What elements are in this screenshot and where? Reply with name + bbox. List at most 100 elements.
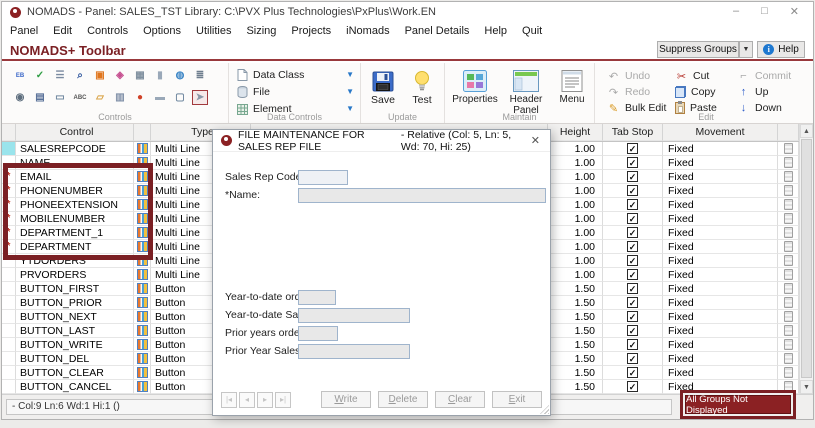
row-properties-icon[interactable] [784,199,793,210]
redo-button[interactable]: ↷Redo [607,86,675,99]
write-button[interactable]: Write [321,391,371,408]
row-properties-icon[interactable] [784,185,793,196]
cut-button[interactable]: ✂Cut [675,70,737,83]
maximize-button[interactable]: □ [761,5,768,18]
menu-quit[interactable]: Quit [522,25,542,37]
ytd-orders-field[interactable] [298,290,336,305]
folder-icon[interactable]: ▱ [92,90,108,105]
movement-cell[interactable]: Fixed [663,254,778,268]
menu-projects[interactable]: Projects [291,25,331,37]
movement-cell[interactable]: Fixed [663,226,778,240]
pie-chart-icon[interactable]: ● [132,90,148,105]
help-button[interactable]: i Help [757,41,805,58]
tab-stop-cell[interactable]: ✓ [603,184,663,198]
row-properties-icon[interactable] [784,311,793,322]
movement-cell[interactable]: Fixed [663,324,778,338]
tab-stop-cell[interactable]: ✓ [603,198,663,212]
row-properties-icon[interactable] [784,297,793,308]
file-dropdown-icon[interactable]: ▼ [346,87,354,96]
menu-panel-details[interactable]: Panel Details [405,25,470,37]
control-name-cell[interactable]: SALESREPCODE [16,142,134,156]
height-cell[interactable]: 1.50 [548,380,603,394]
tab-stop-checkbox[interactable]: ✓ [627,339,638,350]
suppress-groups-button[interactable]: Suppress Groups [657,41,739,58]
dialog-titlebar[interactable]: FILE MAINTENANCE FOR SALES REP FILE - Re… [213,130,550,152]
height-cell[interactable]: 1.00 [548,212,603,226]
prior-year-sales-field[interactable] [298,344,410,359]
control-name-cell[interactable]: PRVORDERS [16,268,134,282]
binoculars-query-icon[interactable]: ⌕ [72,68,88,83]
tab-stop-checkbox[interactable]: ✓ [627,353,638,364]
row-properties-icon[interactable] [784,339,793,350]
movement-cell[interactable]: Fixed [663,352,778,366]
control-name-cell[interactable]: NAME [16,156,134,170]
tab-stop-cell[interactable]: ✓ [603,296,663,310]
tab-stop-checkbox[interactable]: ✓ [627,283,638,294]
height-cell[interactable]: 1.00 [548,142,603,156]
menu-button[interactable]: Menu [553,68,591,105]
menu-utilities[interactable]: Utilities [196,25,231,37]
row-selector[interactable] [2,324,16,338]
movement-cell[interactable]: Fixed [663,366,778,380]
file-item[interactable]: File ▼ [237,84,354,99]
nav-last-button[interactable]: ▸| [275,392,291,408]
shapes-icon[interactable]: ◈ [112,68,128,83]
tab-stop-checkbox[interactable]: ✓ [627,143,638,154]
minimize-button[interactable]: – [733,5,739,18]
movement-cell[interactable]: Fixed [663,184,778,198]
tab-stop-cell[interactable]: ✓ [603,254,663,268]
control-name-cell[interactable]: BUTTON_WRITE [16,338,134,352]
memo-icon[interactable]: ≣ [192,68,208,83]
height-cell[interactable]: 1.00 [548,240,603,254]
control-name-cell[interactable]: DEPARTMENT_1 [16,226,134,240]
tab-stop-checkbox[interactable]: ✓ [627,381,638,392]
tab-stop-cell[interactable]: ✓ [603,170,663,184]
movement-cell[interactable]: Fixed [663,156,778,170]
row-properties-icon[interactable] [784,353,793,364]
scrollbar-thumb[interactable] [801,139,812,378]
tab-stop-column-header[interactable]: Tab Stop [603,124,663,141]
row-selector[interactable] [2,380,16,394]
data-class-item[interactable]: Data Class ▼ [237,67,354,82]
movement-cell[interactable]: Fixed [663,296,778,310]
tab-stop-cell[interactable]: ✓ [603,380,663,394]
frame-icon[interactable]: ▢ [172,90,188,105]
row-properties-icon[interactable] [784,227,793,238]
tab-stop-checkbox[interactable]: ✓ [627,367,638,378]
radio-button-icon[interactable]: ◉ [12,90,28,105]
height-cell[interactable]: 1.00 [548,254,603,268]
tab-stop-cell[interactable]: ✓ [603,156,663,170]
tab-stop-checkbox[interactable]: ✓ [627,227,638,238]
checkbox-icon[interactable]: ✓ [32,68,48,83]
height-cell[interactable]: 1.50 [548,338,603,352]
height-cell[interactable]: 1.50 [548,296,603,310]
tab-stop-checkbox[interactable]: ✓ [627,157,638,168]
nav-prior-button[interactable]: ◂ [239,392,255,408]
menu-edit[interactable]: Edit [53,25,72,37]
tab-stop-checkbox[interactable]: ✓ [627,269,638,280]
row-properties-icon[interactable] [784,255,793,266]
nav-next-button[interactable]: ▸ [257,392,273,408]
tab-stop-cell[interactable]: ✓ [603,282,663,296]
row-selector[interactable] [2,156,16,170]
tab-stop-checkbox[interactable]: ✓ [627,255,638,266]
menu-inomads[interactable]: iNomads [346,25,389,37]
control-name-cell[interactable]: MOBILENUMBER [16,212,134,226]
suppress-groups-dropdown[interactable]: ▼ [739,41,753,58]
panel-list-icon[interactable]: ▤ [32,90,48,105]
row-selector[interactable] [2,310,16,324]
height-column-header[interactable]: Height [548,124,603,141]
control-name-cell[interactable]: YTDORDERS [16,254,134,268]
tab-stop-checkbox[interactable]: ✓ [627,297,638,308]
height-cell[interactable]: 1.00 [548,156,603,170]
row-properties-icon[interactable] [784,157,793,168]
row-properties-icon[interactable] [784,213,793,224]
height-cell[interactable]: 1.00 [548,170,603,184]
tab-stop-cell[interactable]: ✓ [603,352,663,366]
save-button[interactable]: Save [365,68,401,106]
tab-stop-cell[interactable]: ✓ [603,226,663,240]
tab-stop-checkbox[interactable]: ✓ [627,171,638,182]
row-properties-icon[interactable] [784,269,793,280]
row-selector[interactable] [2,282,16,296]
movement-cell[interactable]: Fixed [663,198,778,212]
